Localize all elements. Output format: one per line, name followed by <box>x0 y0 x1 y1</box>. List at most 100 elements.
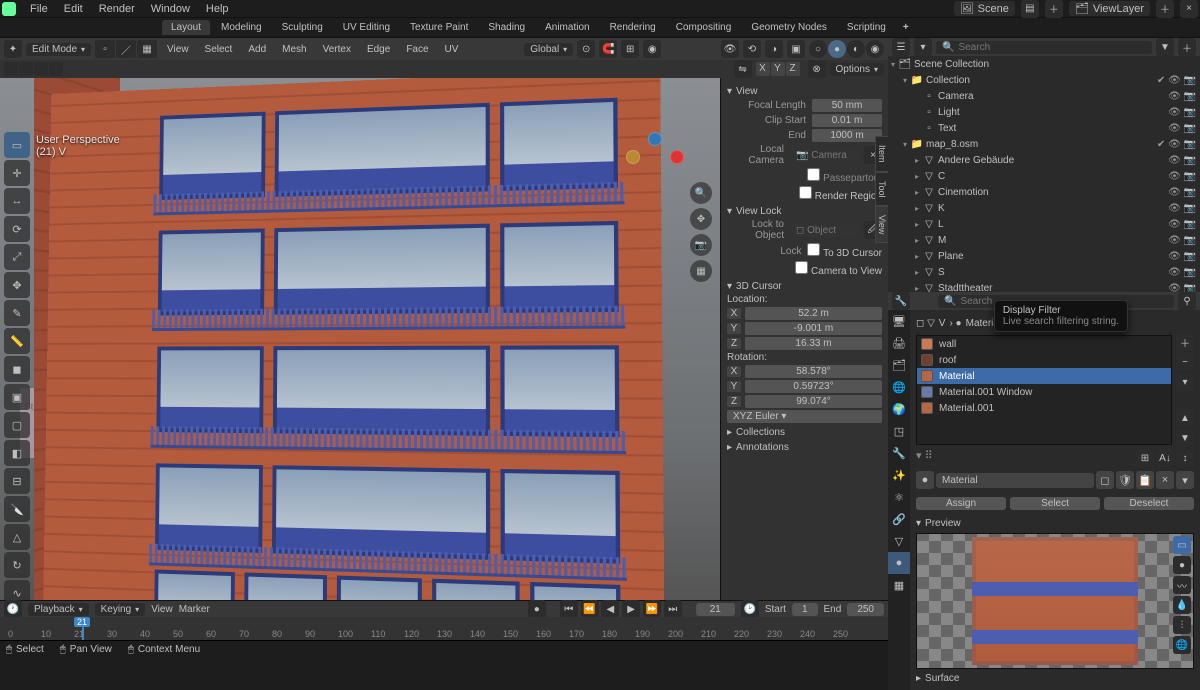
local-camera-field[interactable]: 📷 Camera <box>790 149 860 162</box>
outliner-row-k[interactable]: ▸▽K👁 📷 <box>888 200 1200 216</box>
pv-fluid-icon[interactable]: 💧 <box>1173 596 1191 614</box>
mat-nodes-icon[interactable]: ▾ <box>1176 471 1194 489</box>
outliner-row-scene-collection[interactable]: ▾🗂Scene Collection <box>888 56 1200 72</box>
outliner-row-cinemotion[interactable]: ▸▽Cinemotion👁 📷 <box>888 184 1200 200</box>
vp-menu-uv[interactable]: UV <box>439 44 465 55</box>
ptab-output[interactable]: 🖨 <box>888 332 910 354</box>
material-slot-list[interactable]: wallroofMaterialMaterial.001 WindowMater… <box>916 335 1172 445</box>
cursor-y[interactable]: -9.001 m <box>745 322 882 335</box>
outliner-row-map_8-osm[interactable]: ▾📁map_8.osm✔ 👁 📷 <box>888 136 1200 152</box>
props-type-icon[interactable]: 🔧 <box>892 292 910 310</box>
mat-reverse-icon[interactable]: ↕ <box>1176 449 1194 467</box>
pivot-icon[interactable]: ⊙ <box>577 40 595 58</box>
ptab-render[interactable]: 🖥 <box>888 310 910 332</box>
mat-up-icon[interactable]: ▲ <box>1176 409 1194 427</box>
clip-start-field[interactable]: 0.01 m <box>812 114 882 127</box>
filter-icon[interactable]: ▼ <box>1156 38 1174 56</box>
ws-add[interactable]: + <box>897 20 915 35</box>
vp-menu-select[interactable]: Select <box>199 44 239 55</box>
keying-menu[interactable]: Keying <box>95 603 146 616</box>
vp-menu-view[interactable]: View <box>161 44 195 55</box>
scene-browse-icon[interactable]: ▤ <box>1021 0 1039 18</box>
orientation-dropdown[interactable]: Global <box>524 43 573 56</box>
lock-object-field[interactable]: ◻ Object <box>790 224 860 237</box>
nav-camera-icon[interactable]: 📷 <box>690 234 712 256</box>
preview-range-icon[interactable]: 🕑 <box>741 600 759 618</box>
nav-gizmo[interactable] <box>624 132 688 196</box>
ntab-item[interactable]: Item <box>875 136 888 172</box>
outliner-row-collection[interactable]: ▾📁Collection✔ 👁 📷 <box>888 72 1200 88</box>
mirror-x[interactable]: X <box>756 62 770 76</box>
ws-texpaint[interactable]: Texture Paint <box>401 20 477 35</box>
mat-sort-icon[interactable]: A↓ <box>1156 449 1174 467</box>
tool-spin[interactable]: ↻ <box>4 552 30 578</box>
menu-render[interactable]: Render <box>91 3 143 15</box>
ws-rendering[interactable]: Rendering <box>601 20 665 35</box>
prev-key-icon[interactable]: ⏪ <box>581 600 599 618</box>
mat-unlink-icon[interactable]: × <box>1156 471 1174 489</box>
xray-icon[interactable]: ▣ <box>787 40 805 58</box>
material-slot-material-001-window[interactable]: Material.001 Window <box>917 384 1171 400</box>
ptab-constraints[interactable]: 🔗 <box>888 508 910 530</box>
mirror-z[interactable]: Z <box>786 62 800 76</box>
editor-type-icon[interactable]: ✦ <box>4 40 22 58</box>
outliner-row-andere-geb-ude[interactable]: ▸▽Andere Gebäude👁 📷 <box>888 152 1200 168</box>
npanel-annotations[interactable]: ▸ Annotations <box>727 442 882 453</box>
ptab-object[interactable]: ◳ <box>888 420 910 442</box>
mat-link-icon[interactable]: ◻ <box>1096 471 1114 489</box>
outliner-type-icon[interactable]: ☰ <box>892 38 910 56</box>
nav-persp-icon[interactable]: ▦ <box>690 260 712 282</box>
material-slot-material-001[interactable]: Material.001 <box>917 400 1171 416</box>
cursor-rz[interactable]: 99.074° <box>745 395 882 408</box>
tool-smooth[interactable]: ∿ <box>4 580 30 600</box>
pv-sphere-icon[interactable]: ● <box>1173 556 1191 574</box>
outliner-row-c[interactable]: ▸▽C👁 📷 <box>888 168 1200 184</box>
select-mode-edge[interactable]: ／ <box>116 40 136 58</box>
cursor-ry[interactable]: 0.59723° <box>745 380 882 393</box>
deselect-button[interactable]: Deselect <box>1104 497 1194 510</box>
autokey-icon[interactable]: ● <box>528 600 546 618</box>
next-key-icon[interactable]: ⏩ <box>643 600 661 618</box>
scene-add-icon[interactable]: ＋ <box>1045 0 1063 18</box>
ntab-tool[interactable]: Tool <box>875 172 888 207</box>
tool-measure[interactable]: 📏 <box>4 328 30 354</box>
sel-all-icon[interactable] <box>4 62 18 76</box>
ntab-view[interactable]: View <box>875 206 888 243</box>
tool-inset[interactable]: ▢ <box>4 412 30 438</box>
nav-move-icon[interactable]: ✥ <box>690 208 712 230</box>
sel-more-icon[interactable] <box>49 62 63 76</box>
overlays-icon[interactable]: ◑ <box>765 40 783 58</box>
ws-scripting[interactable]: Scripting <box>838 20 895 35</box>
mode-dropdown[interactable]: Edit Mode <box>26 43 91 56</box>
snap-icon[interactable]: 🧲 <box>599 40 617 58</box>
vp-menu-mesh[interactable]: Mesh <box>276 44 312 55</box>
ptab-material[interactable]: ● <box>888 552 910 574</box>
mirror-icon[interactable]: ⇋ <box>734 60 752 78</box>
to-3d-cursor-check[interactable] <box>807 243 820 256</box>
vp-menu-add[interactable]: Add <box>242 44 272 55</box>
shading-wire-icon[interactable]: ○ <box>809 40 827 58</box>
mat-grid-icon[interactable]: ⊞ <box>1136 449 1154 467</box>
start-frame[interactable]: 1 <box>792 603 818 616</box>
select-button[interactable]: Select <box>1010 497 1100 510</box>
automerge-icon[interactable]: ⊗ <box>808 60 826 78</box>
npanel-head-view[interactable]: ▾ View <box>727 86 882 97</box>
ws-anim[interactable]: Animation <box>536 20 598 35</box>
sel-invert-icon[interactable] <box>34 62 48 76</box>
tool-polybuild[interactable]: △ <box>4 524 30 550</box>
scene-selector[interactable]: 🖼 Scene <box>954 1 1015 16</box>
passepartout-check[interactable] <box>807 168 820 181</box>
tool-extrude[interactable]: ▣ <box>4 384 30 410</box>
mat-menu-icon[interactable]: ▾ <box>1176 373 1194 391</box>
ws-geonodes[interactable]: Geometry Nodes <box>742 20 836 35</box>
outliner-row-camera[interactable]: ▫Camera👁 📷 <box>888 88 1200 104</box>
ptab-physics[interactable]: ⚛ <box>888 486 910 508</box>
current-frame[interactable]: 21 <box>696 603 735 616</box>
timeline-track[interactable]: 0102130405060708090100110120130140150160… <box>0 617 888 640</box>
surface-panel-head[interactable]: ▸ Surface <box>916 673 1194 684</box>
jump-start-icon[interactable]: ⏮ <box>560 600 578 618</box>
menu-file[interactable]: File <box>22 3 56 15</box>
outliner-mode-icon[interactable]: ▾ <box>914 38 932 56</box>
tool-bevel[interactable]: ◧ <box>4 440 30 466</box>
ptab-texture[interactable]: ▦ <box>888 574 910 596</box>
